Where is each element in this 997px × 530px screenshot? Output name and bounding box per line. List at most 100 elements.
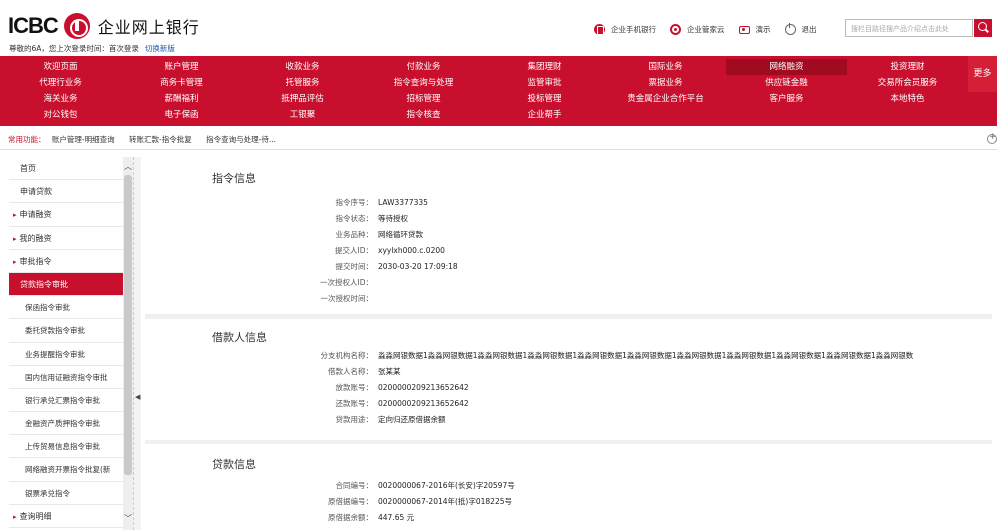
menu-item[interactable]: 本地特色 [847, 91, 968, 107]
field-value: 定向归还原借据余额 [378, 415, 446, 424]
sidebar-item[interactable]: 我的融资 [9, 227, 123, 250]
menu-item[interactable]: 代理行业务 [0, 75, 121, 91]
more-menu-button[interactable]: 更多 [968, 56, 997, 92]
sidebar-item-selected[interactable]: 贷款指令审批 [9, 272, 123, 297]
menu-item[interactable]: 企业帮手 [484, 107, 605, 123]
sidebar-item[interactable]: 首页 [9, 157, 123, 181]
menu-item[interactable]: 投资理财 [847, 59, 968, 75]
menu-item[interactable]: 供应链金融 [726, 75, 847, 91]
last-login-text: 尊敬的6A，您上次登录时间：首次登录 [9, 44, 139, 53]
expand-icon[interactable] [987, 132, 997, 144]
menu-item[interactable]: 工银聚 [242, 107, 363, 123]
field-value: 网络循环贷款 [378, 230, 423, 239]
search-button[interactable] [974, 19, 992, 37]
header-links: 企业手机银行 企业管家云 演示 退出 [594, 22, 831, 36]
sidebar-item[interactable]: 金融资产质押指令审批 [9, 412, 123, 436]
sidebar-item[interactable]: 查询明细 [9, 505, 123, 528]
field-label: 指令序号： [335, 198, 374, 207]
icbc-logo[interactable]: ICBC 企业网上银行 [8, 13, 200, 39]
field-row: 借款人名称： 张某某 [145, 364, 992, 379]
field-row: 提交人ID： xyylxh000.c.0200 [145, 243, 992, 258]
sidebar-item[interactable]: 委托贷款指令审批 [9, 319, 123, 343]
switch-version-link[interactable]: 切换新版 [145, 44, 175, 53]
sidebar-item[interactable]: 审批指令 [9, 250, 123, 273]
menu-item[interactable]: 客户服务 [726, 91, 847, 107]
menu-item[interactable]: 对公钱包 [0, 107, 121, 123]
logo-text: ICBC [8, 13, 59, 38]
field-row: 原借据编号： 0020000067-2014年(抵)字018225号 [145, 494, 992, 509]
menu-item[interactable]: 海关业务 [0, 91, 121, 107]
collapse-arrow-icon[interactable]: ◀ [135, 393, 140, 401]
menu-item[interactable]: 收款业务 [242, 59, 363, 75]
sidebar-item[interactable]: 国内信用证融资指令审批 [9, 366, 123, 389]
mobile-bank-link[interactable]: 企业手机银行 [594, 23, 656, 35]
chevron-up-icon[interactable]: ︿ [123, 161, 133, 172]
section-title: 指令信息 [212, 172, 256, 185]
field-value: 447.65 元 [378, 513, 415, 522]
menu-item[interactable]: 国际业务 [605, 59, 726, 75]
quick-functions-bar: 常用功能： 账户管理-明细查询 转账汇款-指令批复 指令查询与处理-待... [0, 130, 997, 150]
field-row: 还款账号： 0200000209213652642 [145, 396, 992, 411]
menu-item[interactable]: 指令核查 [363, 107, 484, 123]
sidebar-item[interactable]: 上传贸易信息指令审批 [9, 435, 123, 459]
field-value: 0200000209213652642 [378, 383, 469, 392]
menu-grid: 欢迎页面 账户管理 收款业务 付款业务 集团理财 国际业务 网络融资 投资理财代理行业务 商务卡… [0, 59, 968, 123]
menu-item[interactable]: 付款业务 [363, 59, 484, 75]
menu-item[interactable]: 电子保函 [121, 107, 242, 123]
menu-item[interactable]: 监管审批 [484, 75, 605, 91]
scrollbar-thumb[interactable] [124, 175, 132, 475]
menu-item[interactable]: 交易所会员服务 [847, 75, 968, 91]
search-input[interactable]: 搜栏目路径搜产品介绍点击此处 [845, 19, 973, 37]
chevron-down-icon[interactable]: ﹀ [123, 513, 133, 524]
panel-splitter[interactable]: ◀ [133, 157, 141, 530]
menu-item[interactable]: 贵金属企业合作平台 [605, 91, 726, 107]
butler-cloud-link[interactable]: 企业管家云 [670, 23, 725, 35]
menu-item[interactable]: 网络融资 [726, 59, 847, 75]
field-row: 提交时间： 2030-03-20 17:09:18 [145, 259, 992, 274]
field-label: 一次授权时间： [320, 294, 374, 303]
logout-link[interactable]: 退出 [784, 22, 817, 35]
field-row: 一次授权人ID： [145, 275, 992, 290]
sidebar-scrollbar[interactable]: ︿ ﹀ [123, 157, 133, 530]
sidebar-item[interactable]: 网络融资开票指令批复(新 [9, 458, 123, 482]
sidebar-item[interactable]: 申请融资 [9, 203, 123, 227]
menu-item[interactable]: 指令查询与处理 [363, 75, 484, 91]
field-label: 贷款用途： [335, 415, 374, 424]
phone-icon [594, 23, 605, 35]
field-row: 分支机构名称： 淼淼网银数据1淼淼网银数据1淼淼网银数据1淼淼网银数据1淼淼网银数… [145, 348, 992, 363]
quick-functions-label: 常用功能： [8, 135, 46, 144]
sidebar-item[interactable]: 银行承兑汇票指令审批 [9, 389, 123, 413]
demo-link[interactable]: 演示 [738, 24, 771, 35]
field-label: 合同编号： [335, 481, 374, 490]
header: ICBC 企业网上银行 尊敬的6A，您上次登录时间：首次登录 切换新版 企业手机银… [0, 0, 997, 56]
menu-item[interactable]: 抵押品评估 [242, 91, 363, 107]
menu-item[interactable]: 集团理财 [484, 59, 605, 75]
field-label: 一次授权人ID： [320, 278, 373, 287]
menu-spacer [605, 107, 726, 123]
menu-spacer [726, 107, 847, 123]
menu-item[interactable]: 账户管理 [121, 59, 242, 75]
sidebar-item[interactable]: 业务提醒指令审批 [9, 343, 123, 366]
menu-item[interactable]: 投标管理 [484, 91, 605, 107]
field-value: xyylxh000.c.0200 [378, 246, 445, 255]
field-label: 分支机构名称： [320, 351, 374, 360]
menu-item[interactable]: 薪酬福利 [121, 91, 242, 107]
menu-item[interactable]: 招标管理 [363, 91, 484, 107]
sidebar-item[interactable]: 申请贷款 [9, 180, 123, 204]
loan-info-card: 贷款信息 合同编号： 0020000067-2016年(长安)字20597号 原借据… [145, 444, 992, 530]
quick-item[interactable]: 账户管理-明细查询 [52, 135, 115, 144]
menu-item[interactable]: 票据业务 [605, 75, 726, 91]
field-label: 还款账号： [335, 399, 374, 408]
menu-item[interactable]: 欢迎页面 [0, 59, 121, 75]
field-row: 放款账号： 0200000209213652642 [145, 380, 992, 395]
quick-item[interactable]: 转账汇款-指令批复 [129, 135, 192, 144]
menu-item[interactable]: 商务卡管理 [121, 75, 242, 91]
menu-item[interactable]: 托管服务 [242, 75, 363, 91]
main-menu: 欢迎页面 账户管理 收款业务 付款业务 集团理财 国际业务 网络融资 投资理财代理行业务 商务卡… [0, 56, 997, 126]
mobile-bank-label: 企业手机银行 [611, 24, 656, 34]
sidebar-item[interactable]: 银票承兑指令 [9, 482, 123, 505]
sidebar-item[interactable]: 保函指令审批 [9, 296, 123, 320]
field-label: 指令状态： [335, 214, 374, 223]
quick-item[interactable]: 指令查询与处理-待... [206, 135, 276, 144]
section-title: 借款人信息 [212, 331, 267, 344]
